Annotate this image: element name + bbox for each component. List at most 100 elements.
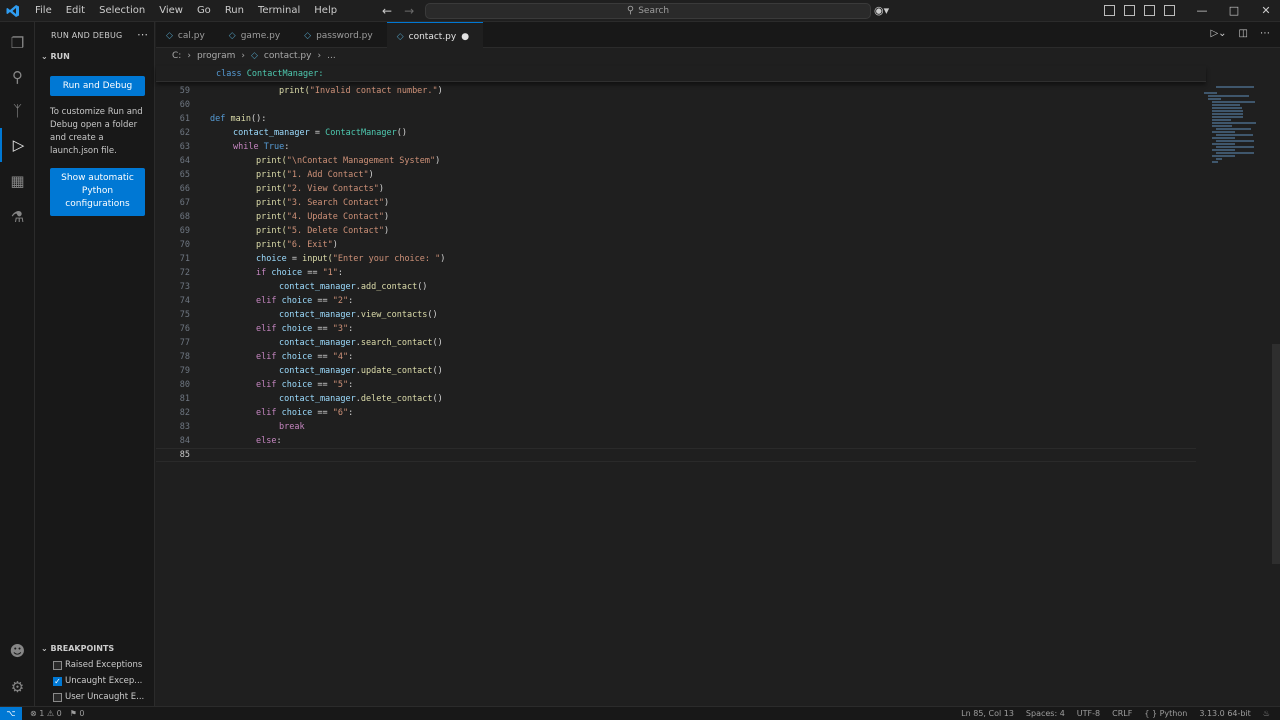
code-line[interactable]: 70 print("6. Exit"): [156, 238, 1196, 252]
cursor-position[interactable]: Ln 85, Col 13: [961, 707, 1014, 720]
code-token: :: [348, 408, 354, 418]
menu-help[interactable]: Help: [307, 0, 344, 22]
close-icon[interactable]: ✕: [1250, 0, 1280, 22]
run-and-debug-button[interactable]: Run and Debug: [50, 76, 145, 96]
breakpoints-header[interactable]: ⌄ BREAKPOINTS: [41, 644, 114, 653]
current-line-highlight: [156, 448, 1196, 462]
account-icon[interactable]: ☻: [0, 634, 35, 668]
command-center-search[interactable]: ⚲ Search: [425, 3, 871, 19]
code-line[interactable]: 85: [156, 448, 1196, 462]
breadcrumb-more[interactable]: ...: [327, 51, 336, 61]
menu-file[interactable]: File: [28, 0, 59, 22]
explorer-icon[interactable]: ❐: [0, 26, 35, 60]
breadcrumb-root[interactable]: C:: [172, 51, 181, 61]
tab-password-py[interactable]: ◇ password.py: [294, 22, 387, 48]
code-line[interactable]: 63 while True:: [156, 140, 1196, 154]
more-actions-icon[interactable]: ⋯: [137, 28, 148, 41]
code-token: "4": [332, 352, 349, 362]
search-view-icon[interactable]: ⚲: [0, 60, 35, 94]
code-line[interactable]: 71 choice = input("Enter your choice: "): [156, 252, 1196, 266]
menu-edit[interactable]: Edit: [59, 0, 92, 22]
run-section-header[interactable]: ⌄ RUN: [41, 52, 70, 61]
ports-status[interactable]: ⚑ 0: [70, 707, 85, 720]
code-line[interactable]: 79 contact_manager.update_contact(): [156, 364, 1196, 378]
testing-icon[interactable]: ⚗: [0, 200, 35, 234]
customize-layout-icon[interactable]: [1104, 5, 1115, 16]
code-line[interactable]: 75 contact_manager.view_contacts(): [156, 308, 1196, 322]
code-line[interactable]: 62 contact_manager = ContactManager(): [156, 126, 1196, 140]
breakpoint-uncaught-exceptions[interactable]: ✓ Uncaught Excep...: [53, 676, 142, 686]
code-line[interactable]: 76 elif choice == "3":: [156, 322, 1196, 336]
split-editor-icon[interactable]: ◫: [1239, 28, 1248, 39]
end-of-line[interactable]: CRLF: [1112, 707, 1132, 720]
notifications-bell-icon[interactable]: ♨: [1263, 707, 1270, 720]
encoding[interactable]: UTF-8: [1077, 707, 1100, 720]
menu-selection[interactable]: Selection: [92, 0, 152, 22]
checkbox[interactable]: [53, 692, 62, 702]
code-line[interactable]: 60: [156, 98, 1196, 112]
minimize-icon[interactable]: —: [1186, 0, 1218, 22]
checkbox[interactable]: [53, 660, 62, 670]
run-debug-sidebar: RUN AND DEBUG ⋯ ⌄ RUN Run and Debug To c…: [35, 22, 155, 706]
run-debug-icon[interactable]: ▷: [0, 128, 35, 162]
line-text: print("3. Search Contact"): [256, 196, 389, 210]
python-interpreter[interactable]: 3.13.0 64-bit: [1199, 707, 1251, 720]
code-line[interactable]: 72 if choice == "1":: [156, 266, 1196, 280]
extensions-icon[interactable]: ▦: [0, 164, 35, 198]
code-line[interactable]: 81 contact_manager.delete_contact(): [156, 392, 1196, 406]
problems-status[interactable]: ⊗ 1 ⚠ 0: [30, 707, 62, 720]
code-token: "\nContact Management System": [286, 156, 436, 166]
code-line[interactable]: 68 print("4. Update Contact"): [156, 210, 1196, 224]
toggle-secondary-sidebar-icon[interactable]: [1164, 5, 1175, 16]
minimap[interactable]: [1196, 66, 1272, 186]
vertical-scrollbar[interactable]: [1272, 344, 1280, 564]
code-line[interactable]: 65 print("1. Add Contact"): [156, 168, 1196, 182]
code-editor[interactable]: 59 print("Invalid contact number.") 60 61 de…: [156, 84, 1196, 462]
sticky-scroll-header[interactable]: class ContactManager:: [156, 66, 1206, 82]
tab-cal-py[interactable]: ◇ cal.py: [156, 22, 219, 48]
unsaved-dot-icon[interactable]: ●: [461, 23, 469, 48]
code-line[interactable]: 84 else:: [156, 434, 1196, 448]
code-line[interactable]: 64 print("\nContact Management System"): [156, 154, 1196, 168]
code-line[interactable]: 77 contact_manager.search_contact(): [156, 336, 1196, 350]
code-token: :: [348, 380, 354, 390]
indentation[interactable]: Spaces: 4: [1026, 707, 1065, 720]
run-file-icon[interactable]: ▷⌄: [1210, 28, 1226, 39]
code-line[interactable]: 69 print("5. Delete Contact"): [156, 224, 1196, 238]
settings-gear-icon[interactable]: ⚙: [0, 670, 35, 704]
tab-game-py[interactable]: ◇ game.py: [219, 22, 294, 48]
menu-run[interactable]: Run: [218, 0, 251, 22]
maximize-icon[interactable]: □: [1218, 0, 1250, 22]
code-line[interactable]: 82 elif choice == "6":: [156, 406, 1196, 420]
back-arrow-icon[interactable]: ←: [382, 0, 392, 22]
toggle-panel-icon[interactable]: [1144, 5, 1155, 16]
breakpoint-user-uncaught-exceptions[interactable]: User Uncaught E...: [53, 692, 144, 702]
language-mode[interactable]: { } Python: [1144, 707, 1187, 720]
code-line[interactable]: 74 elif choice == "2":: [156, 294, 1196, 308]
code-line[interactable]: 73 contact_manager.add_contact(): [156, 280, 1196, 294]
menu-go[interactable]: Go: [190, 0, 218, 22]
breakpoint-raised-exceptions[interactable]: Raised Exceptions: [53, 660, 142, 670]
source-control-icon[interactable]: ᛉ: [0, 94, 35, 128]
tab-contact-py[interactable]: ◇ contact.py ●: [386, 22, 484, 48]
code-line[interactable]: 83 break: [156, 420, 1196, 434]
checkbox-checked[interactable]: ✓: [53, 676, 62, 686]
forward-arrow-icon[interactable]: →: [404, 0, 414, 22]
show-python-configurations-button[interactable]: Show automatic Python configurations: [50, 168, 145, 216]
code-token: while: [233, 142, 264, 152]
breadcrumb-folder[interactable]: program: [197, 51, 235, 61]
copilot-icon[interactable]: ◉▾: [874, 4, 889, 17]
toggle-primary-sidebar-icon[interactable]: [1124, 5, 1135, 16]
menu-terminal[interactable]: Terminal: [251, 0, 307, 22]
remote-indicator-icon[interactable]: ⌥: [0, 707, 22, 720]
code-line[interactable]: 67 print("3. Search Contact"): [156, 196, 1196, 210]
more-actions-icon[interactable]: ⋯: [1260, 28, 1270, 39]
code-line[interactable]: 59 print("Invalid contact number."): [156, 84, 1196, 98]
code-line[interactable]: 61 def main():: [156, 112, 1196, 126]
line-text: contact_manager.search_contact(): [279, 336, 443, 350]
code-line[interactable]: 78 elif choice == "4":: [156, 350, 1196, 364]
breadcrumb-file[interactable]: contact.py: [264, 51, 312, 61]
menu-view[interactable]: View: [152, 0, 190, 22]
code-line[interactable]: 66 print("2. View Contacts"): [156, 182, 1196, 196]
code-line[interactable]: 80 elif choice == "5":: [156, 378, 1196, 392]
